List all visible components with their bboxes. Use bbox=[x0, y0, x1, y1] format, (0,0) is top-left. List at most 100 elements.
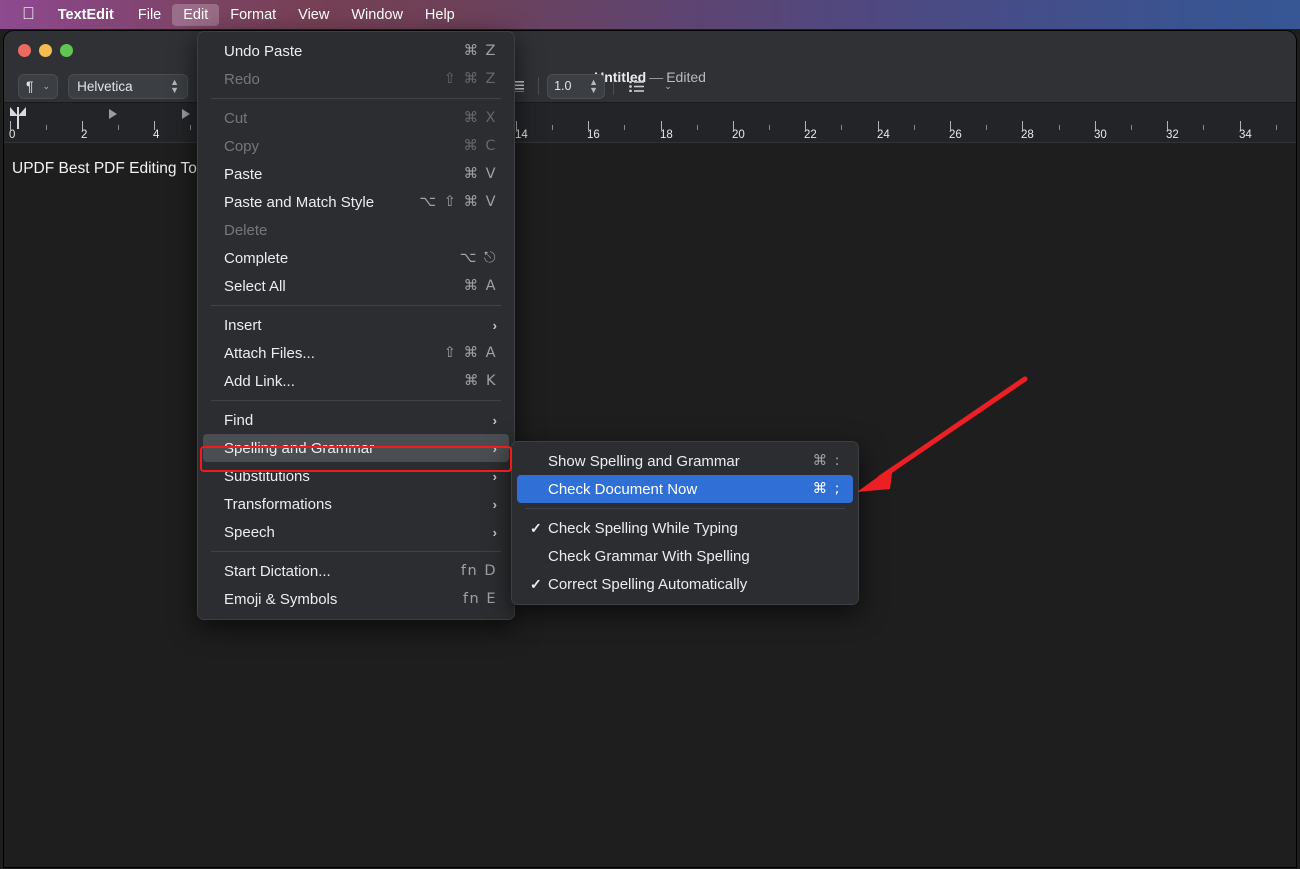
submenu-item-label: Check Spelling While Typing bbox=[548, 519, 738, 537]
menu-item-label: Cut bbox=[224, 109, 248, 127]
menu-item-shortcut: ⌥ ⎋ bbox=[459, 250, 497, 266]
close-button[interactable] bbox=[18, 44, 31, 57]
chevron-right-icon: › bbox=[492, 496, 497, 512]
menu-item-label: Speech bbox=[224, 523, 275, 541]
menu-item-shortcut: ⌘ A bbox=[463, 278, 497, 294]
ruler-number: 24 bbox=[877, 129, 890, 141]
menu-bar:  TextEdit File Edit Format View Window … bbox=[0, 0, 1300, 29]
menu-format[interactable]: Format bbox=[219, 4, 287, 26]
menu-item-emoji-and-symbols[interactable]: Emoji & Symbols fn E bbox=[203, 585, 509, 613]
menu-view[interactable]: View bbox=[287, 4, 340, 26]
list-icon bbox=[628, 80, 644, 92]
menu-item-paste[interactable]: Paste ⌘ V bbox=[203, 160, 509, 188]
font-family-label: Helvetica bbox=[77, 78, 133, 94]
lists-button[interactable] bbox=[622, 74, 650, 98]
paragraph-style-dropdown[interactable]: ¶ ⌄ bbox=[18, 73, 59, 99]
menu-item-label: Start Dictation... bbox=[224, 562, 331, 580]
menu-item-select-all[interactable]: Select All ⌘ A bbox=[203, 272, 509, 300]
menu-item-delete: Delete bbox=[203, 216, 509, 244]
menu-item-insert[interactable]: Insert › bbox=[203, 311, 509, 339]
menu-item-redo: Redo ⇧ ⌘ Z bbox=[203, 65, 509, 93]
tab-stop-marker[interactable] bbox=[182, 109, 190, 119]
tab-stop-marker[interactable] bbox=[109, 109, 117, 119]
menu-separator bbox=[211, 400, 501, 401]
lists-chevron-button[interactable]: ⌄ bbox=[654, 74, 682, 98]
submenu-separator bbox=[525, 508, 845, 509]
menu-item-shortcut: fn E bbox=[462, 591, 497, 607]
chevron-right-icon: › bbox=[492, 440, 497, 456]
menu-item-label: Redo bbox=[224, 70, 260, 88]
toolbar-divider-3 bbox=[538, 77, 540, 95]
stepper-icon-2: ▲ ▼ bbox=[589, 77, 599, 95]
stepper-icon: ▲ ▼ bbox=[170, 77, 180, 95]
zoom-button[interactable] bbox=[60, 44, 73, 57]
line-spacing-value: 1.0 bbox=[554, 79, 572, 93]
edit-menu-dropdown: Undo Paste ⌘ Z Redo ⇧ ⌘ Z Cut ⌘ X Copy ⌘… bbox=[197, 31, 515, 620]
ruler-number: 30 bbox=[1094, 129, 1107, 141]
ruler-number: 2 bbox=[81, 129, 88, 141]
submenu-item-label: Correct Spelling Automatically bbox=[548, 575, 748, 593]
menu-item-label: Substitutions bbox=[224, 467, 310, 485]
submenu-item-label: Show Spelling and Grammar bbox=[548, 452, 740, 470]
toolbar-divider-4 bbox=[613, 77, 615, 95]
menu-item-complete[interactable]: Complete ⌥ ⎋ bbox=[203, 244, 509, 272]
menu-item-shortcut: ⌘ V bbox=[463, 166, 497, 182]
menu-item-find[interactable]: Find › bbox=[203, 406, 509, 434]
menu-item-attach-files[interactable]: Attach Files... ⇧ ⌘ A bbox=[203, 339, 509, 367]
spelling-and-grammar-submenu: Show Spelling and Grammar ⌘ : Check Docu… bbox=[511, 441, 859, 605]
submenu-item-show-spelling-and-grammar[interactable]: Show Spelling and Grammar ⌘ : bbox=[517, 447, 853, 475]
menu-edit[interactable]: Edit bbox=[172, 3, 220, 26]
menu-item-label: Spelling and Grammar bbox=[224, 439, 375, 457]
menu-item-label: Emoji & Symbols bbox=[224, 590, 338, 608]
ruler-number: 20 bbox=[732, 129, 745, 141]
font-family-dropdown[interactable]: Helvetica ▲ ▼ bbox=[68, 73, 189, 99]
menu-item-label: Delete bbox=[224, 221, 268, 239]
menu-item-label: Copy bbox=[224, 137, 260, 155]
chevron-right-icon: › bbox=[492, 412, 497, 428]
menu-textedit[interactable]: TextEdit bbox=[45, 4, 127, 26]
ruler-number: 18 bbox=[660, 129, 673, 141]
menu-item-shortcut: ⌘ Z bbox=[463, 43, 497, 59]
menu-item-substitutions[interactable]: Substitutions › bbox=[203, 462, 509, 490]
menu-item-shortcut: ⇧ ⌘ A bbox=[443, 345, 497, 361]
menu-separator bbox=[211, 551, 501, 552]
menu-item-transformations[interactable]: Transformations › bbox=[203, 490, 509, 518]
menu-item-undo-paste[interactable]: Undo Paste ⌘ Z bbox=[203, 37, 509, 65]
submenu-item-check-spelling-while-typing[interactable]: ✓ Check Spelling While Typing bbox=[517, 514, 853, 542]
checkmark-icon-2: ✓ bbox=[530, 575, 542, 592]
menu-item-add-link[interactable]: Add Link... ⌘ K bbox=[203, 367, 509, 395]
menu-item-spelling-and-grammar[interactable]: Spelling and Grammar › bbox=[203, 434, 509, 462]
menu-file[interactable]: File bbox=[127, 4, 172, 26]
menu-item-label: Attach Files... bbox=[224, 344, 315, 362]
menu-item-label: Paste and Match Style bbox=[224, 193, 375, 211]
screen:  TextEdit File Edit Format View Window … bbox=[0, 0, 1300, 869]
submenu-item-check-grammar-with-spelling[interactable]: Check Grammar With Spelling bbox=[517, 542, 853, 570]
ruler-number: 28 bbox=[1021, 129, 1034, 141]
menu-item-paste-and-match-style[interactable]: Paste and Match Style ⌥ ⇧ ⌘ V bbox=[203, 188, 509, 216]
submenu-item-shortcut: ⌘ : bbox=[812, 453, 841, 469]
chevron-right-icon: › bbox=[492, 317, 497, 333]
ruler-number: 16 bbox=[587, 129, 600, 141]
menu-item-start-dictation[interactable]: Start Dictation... fn D bbox=[203, 557, 509, 585]
menu-item-shortcut: ⌥ ⇧ ⌘ V bbox=[419, 194, 497, 210]
checkmark-icon: ✓ bbox=[530, 519, 542, 536]
menu-window[interactable]: Window bbox=[340, 4, 414, 26]
menu-item-label: Undo Paste bbox=[224, 42, 303, 60]
menu-item-label: Complete bbox=[224, 249, 289, 267]
menu-help[interactable]: Help bbox=[414, 4, 466, 26]
apple-menu-icon[interactable]:  bbox=[0, 4, 45, 26]
ruler-number: 0 bbox=[9, 129, 16, 141]
minimize-button[interactable] bbox=[39, 44, 52, 57]
menu-item-speech[interactable]: Speech › bbox=[203, 518, 509, 546]
submenu-item-correct-spelling-automatically[interactable]: ✓ Correct Spelling Automatically bbox=[517, 570, 853, 598]
chevron-right-icon: › bbox=[492, 468, 497, 484]
menu-separator bbox=[211, 98, 501, 99]
submenu-item-check-document-now[interactable]: Check Document Now ⌘ ; bbox=[517, 475, 853, 503]
menu-item-shortcut: ⇧ ⌘ Z bbox=[443, 71, 497, 87]
menu-item-label: Add Link... bbox=[224, 372, 295, 390]
submenu-item-label: Check Document Now bbox=[548, 480, 698, 498]
ruler-number: 14 bbox=[515, 129, 528, 141]
ruler-number: 4 bbox=[153, 129, 160, 141]
chevron-down-icon: ⌄ bbox=[42, 80, 51, 91]
line-spacing-stepper[interactable]: 1.0 ▲ ▼ bbox=[547, 73, 606, 99]
